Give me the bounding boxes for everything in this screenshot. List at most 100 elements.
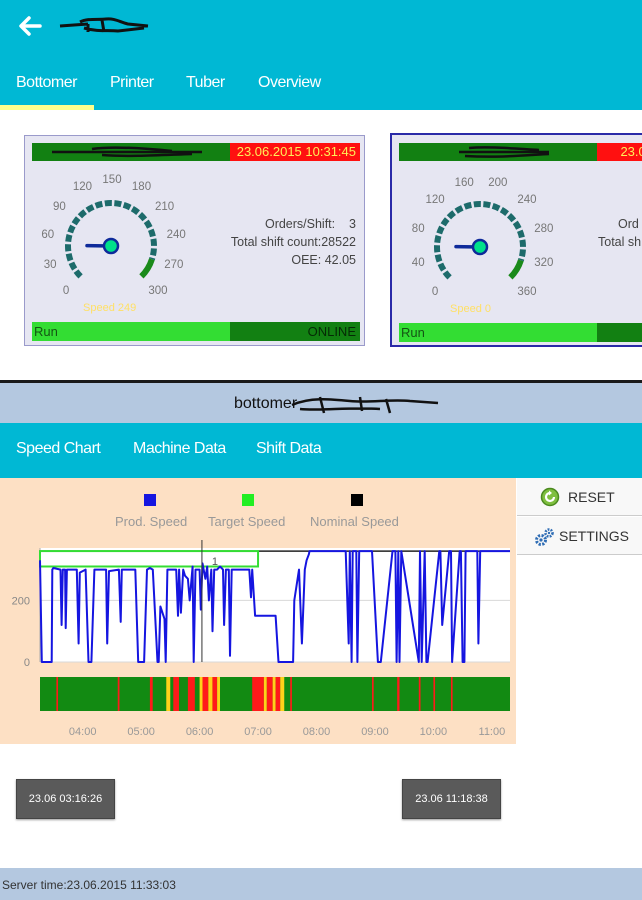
gauge-tick-label: 270 <box>164 259 184 272</box>
state-segment <box>291 677 373 711</box>
x-tick-label: 08:00 <box>303 726 331 738</box>
online-status <box>597 323 642 342</box>
state-segment <box>170 677 174 711</box>
state-segment <box>433 677 436 711</box>
state-segment <box>194 677 200 711</box>
gauge-tick-label: 240 <box>166 228 186 241</box>
x-tick-label: 04:00 <box>69 726 97 738</box>
speed-line-chart[interactable]: 0 200 1 04:00 05:00 06:00 07:00 08:00 09:00 10:00… <box>0 478 516 744</box>
orders-per-shift: Orders/Shift: 3 <box>265 217 356 231</box>
state-segment <box>212 677 218 711</box>
tab-machine-data[interactable]: Machine Data <box>133 440 226 458</box>
tab-overview[interactable]: Overview <box>258 74 321 92</box>
state-segment <box>117 677 120 711</box>
state-segment <box>284 677 291 711</box>
run-status: Run <box>32 322 230 341</box>
state-segment <box>173 677 180 711</box>
gauge-tick-label: 120 <box>72 181 93 194</box>
back-arrow-icon[interactable] <box>14 10 46 42</box>
state-segment <box>450 677 453 711</box>
state-segment <box>399 677 419 711</box>
card-name-bar <box>399 143 597 161</box>
card-name-bar <box>32 143 230 161</box>
status-footer: Server time:23.06.2015 11:33:03 <box>0 868 642 900</box>
y-tick-label: 200 <box>12 595 30 607</box>
gauge-tick-label: 0 <box>431 285 439 298</box>
gauge-tick-label: 150 <box>102 174 122 186</box>
machine-card-2[interactable]: 23.06 0 40 80 120 160 200 240 280 320 36… <box>390 133 642 347</box>
oee-value: 42.05 <box>324 253 356 267</box>
gauge-tick-label: 280 <box>534 223 554 236</box>
run-status-label: Run <box>401 325 425 340</box>
redacted-title-scribble <box>59 17 149 33</box>
state-segment <box>119 677 150 711</box>
state-segment <box>187 677 195 711</box>
state-segment <box>208 677 213 711</box>
gears-icon <box>535 528 554 546</box>
gauge-tick-label: 180 <box>131 181 152 194</box>
reset-label: RESET <box>568 489 615 505</box>
tab-tuber[interactable]: Tuber <box>186 74 225 92</box>
oee-label: OEE: <box>291 253 322 267</box>
tab-printer[interactable]: Printer <box>110 74 154 92</box>
online-status-label: ONLINE <box>307 324 356 339</box>
gauge-tick-label: 300 <box>148 284 168 297</box>
run-status: Run <box>399 323 597 342</box>
gauge-tick-label: 90 <box>53 200 66 213</box>
server-time: Server time:23.06.2015 11:33:03 <box>2 878 176 892</box>
tab-speed-chart[interactable]: Speed Chart <box>16 440 101 458</box>
x-tick-label: 09:00 <box>361 726 389 738</box>
range-end-handle[interactable]: 23.06 11:18:38 <box>402 779 501 819</box>
cursor-label: 1 <box>212 556 218 568</box>
settings-label: SETTINGS <box>559 528 630 544</box>
state-segment <box>179 677 188 711</box>
state-segment <box>418 677 421 711</box>
state-segment <box>373 677 398 711</box>
tab-bottomer[interactable]: Bottomer <box>16 74 77 92</box>
state-segment <box>58 677 118 711</box>
reset-button[interactable]: RESET <box>517 478 642 516</box>
gauge-tick-label: 160 <box>454 177 474 190</box>
redacted-name-scribble <box>52 146 202 158</box>
state-segment <box>199 677 203 711</box>
gauge-tick-label: 80 <box>411 223 425 236</box>
orders-label: Orders/Shift: <box>264 217 336 231</box>
reset-icon <box>540 487 560 507</box>
speed-gauge: 0 40 80 120 160 200 240 280 320 360 <box>400 167 560 317</box>
x-tick-label: 06:00 <box>186 726 214 738</box>
range-start-handle[interactable]: 23.06 03:16:26 <box>16 779 115 819</box>
total-shift-count: Total shift count:28522 <box>231 235 356 249</box>
gauge-tick-label: 240 <box>517 194 537 207</box>
state-segment <box>397 677 400 711</box>
oee: OEE: 42.05 <box>291 253 356 267</box>
y-tick-label: 0 <box>24 657 30 669</box>
state-segment <box>202 677 209 711</box>
state-segment <box>272 677 276 711</box>
machine-title: bottomer <box>234 395 298 412</box>
total-shift-count: Total sh <box>598 235 642 249</box>
gauge-tick-label: 0 <box>62 284 70 297</box>
state-segment <box>149 677 153 711</box>
orders-value: 3 <box>349 217 356 231</box>
gauge-tick-label: 360 <box>517 285 537 298</box>
state-segment <box>152 677 167 711</box>
state-segment <box>452 677 510 711</box>
redacted-name-scribble <box>459 146 550 158</box>
speed-gauge: 0 30 60 90 120 150 180 210 240 270 300 <box>31 166 191 316</box>
total-value: 28522 <box>321 235 356 249</box>
gauge-tick-label: 30 <box>43 259 57 272</box>
state-segment <box>420 677 434 711</box>
state-segment <box>263 677 267 711</box>
active-tab-indicator <box>0 105 94 110</box>
x-tick-label: 07:00 <box>244 726 272 738</box>
gauge-tick-label: 120 <box>425 194 445 207</box>
machine-card-1[interactable]: 23.06.2015 10:31:45 0 30 60 90 120 150 1… <box>24 135 365 346</box>
gauge-tick-label: 60 <box>41 228 55 241</box>
state-segment <box>166 677 171 711</box>
tab-shift-data[interactable]: Shift Data <box>256 440 322 458</box>
gauge-speed-label: Speed 249 <box>83 302 137 314</box>
gauge-tick-label: 200 <box>488 177 508 190</box>
settings-button[interactable]: SETTINGS <box>517 517 642 555</box>
x-tick-label: 11:00 <box>479 726 506 738</box>
state-segment <box>372 677 374 711</box>
